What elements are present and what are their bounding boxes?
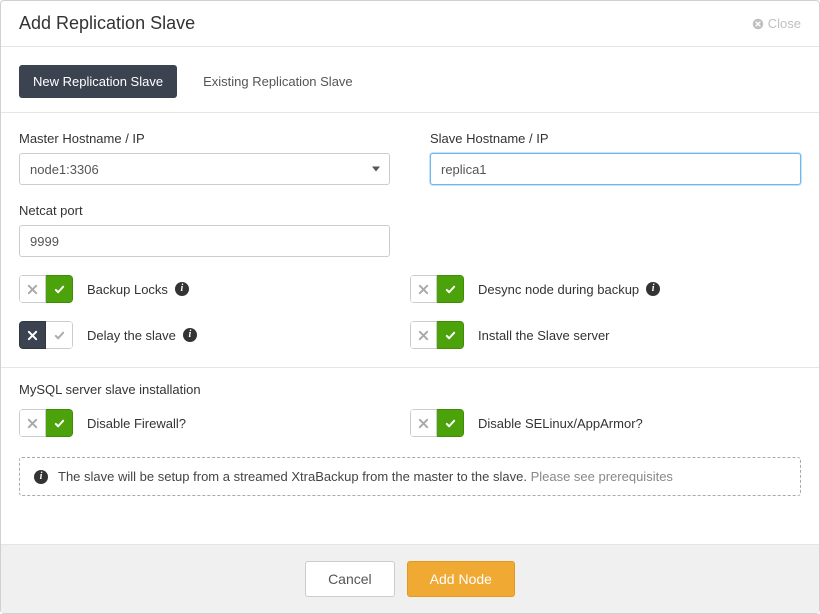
check-icon [445,330,456,341]
desync-label: Desync node during backup [478,282,639,297]
close-label: Close [768,16,801,31]
desync-toggle[interactable] [410,275,464,303]
toggle-off-button[interactable] [19,409,46,437]
close-button[interactable]: Close [752,16,801,31]
tab-bar: New Replication Slave Existing Replicati… [19,65,801,98]
modal-header: Add Replication Slave Close [1,1,819,47]
check-icon [54,418,65,429]
x-icon [27,418,38,429]
disable-firewall-label: Disable Firewall? [87,416,186,431]
prerequisites-note: i The slave will be setup from a streame… [19,457,801,496]
x-icon [27,330,38,341]
divider [1,112,819,113]
toggle-on-button[interactable] [46,321,73,349]
toggle-off-button[interactable] [410,409,437,437]
install-slave-toggle[interactable] [410,321,464,349]
disable-selinux-label: Disable SELinux/AppArmor? [478,416,643,431]
tab-new-replication-slave[interactable]: New Replication Slave [19,65,177,98]
toggle-on-button[interactable] [46,275,73,303]
slave-hostname-input[interactable] [430,153,801,185]
modal-footer: Cancel Add Node [1,544,819,613]
x-icon [27,284,38,295]
toggle-off-button[interactable] [19,275,46,303]
add-replication-slave-modal: Add Replication Slave Close New Replicat… [0,0,820,614]
backup-locks-label: Backup Locks [87,282,168,297]
disable-firewall-toggle[interactable] [19,409,73,437]
check-icon [445,418,456,429]
toggle-off-button[interactable] [410,275,437,303]
toggle-off-button[interactable] [410,321,437,349]
netcat-port-label: Netcat port [19,203,390,218]
close-icon [752,18,764,30]
check-icon [445,284,456,295]
x-icon [418,418,429,429]
toggle-on-button[interactable] [437,321,464,349]
x-icon [418,284,429,295]
options-grid: Backup Locks i Desync node during backup… [19,275,801,349]
cancel-button[interactable]: Cancel [305,561,395,597]
delay-slave-label: Delay the slave [87,328,176,343]
slave-hostname-label: Slave Hostname / IP [430,131,801,146]
mysql-section-title: MySQL server slave installation [19,382,801,397]
toggle-on-button[interactable] [46,409,73,437]
info-icon[interactable]: i [175,282,189,296]
check-icon [54,330,65,341]
prerequisites-link[interactable]: Please see prerequisites [531,469,673,484]
toggle-on-button[interactable] [437,409,464,437]
toggle-on-button[interactable] [437,275,464,303]
delay-slave-toggle[interactable] [19,321,73,349]
install-slave-label: Install the Slave server [478,328,610,343]
disable-selinux-toggle[interactable] [410,409,464,437]
info-icon[interactable]: i [183,328,197,342]
info-icon[interactable]: i [646,282,660,296]
toggle-off-button[interactable] [19,321,46,349]
tab-existing-replication-slave[interactable]: Existing Replication Slave [199,65,357,98]
check-icon [54,284,65,295]
master-hostname-select[interactable]: node1:3306 [19,153,390,185]
netcat-port-input[interactable] [19,225,390,257]
add-node-button[interactable]: Add Node [407,561,515,597]
modal-title: Add Replication Slave [19,13,195,34]
mysql-options-grid: Disable Firewall? Disable SELinux/AppArm… [19,409,801,437]
info-icon: i [34,470,48,484]
master-hostname-label: Master Hostname / IP [19,131,390,146]
divider [1,367,819,368]
modal-body: New Replication Slave Existing Replicati… [1,47,819,544]
note-text: The slave will be setup from a streamed … [58,469,527,484]
x-icon [418,330,429,341]
backup-locks-toggle[interactable] [19,275,73,303]
